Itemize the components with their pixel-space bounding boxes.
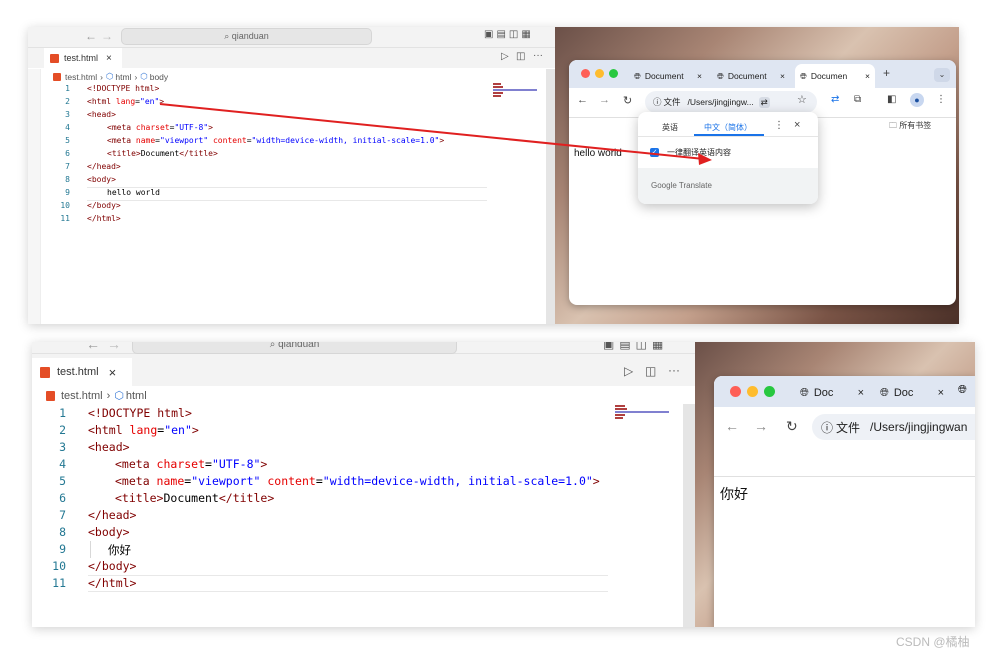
close-icon[interactable]: × xyxy=(938,387,944,399)
browser-tab-title: Doc xyxy=(813,387,834,399)
address-bar[interactable]: ⓘ 文件 /Users/jingjingwan xyxy=(812,414,975,440)
back-arrow-icon[interactable]: ← xyxy=(725,418,739,434)
code-line-1: <!DOCTYPE html> xyxy=(88,406,192,420)
code-line-5: <meta name="viewport" content="width=dev… xyxy=(115,474,600,488)
indent-guide xyxy=(90,541,91,558)
globe-icon: 🌐︎ xyxy=(880,386,889,399)
address-prefix: 文件 xyxy=(836,420,861,435)
code-line-9: 你好 xyxy=(108,543,131,557)
page-content-text: 你好 xyxy=(720,486,748,502)
code-line-2: <html lang="en"> xyxy=(88,423,199,437)
code-line-4: <meta charset="UTF-8"> xyxy=(115,457,268,471)
minimap[interactable] xyxy=(615,405,677,425)
arrow-line xyxy=(159,103,705,160)
bottom-editor: ← → ⌕ qianduan ▣▤◫▦ test.html × ▷ ◫ ··· … xyxy=(32,342,695,627)
browser-toolbar: ← → ↻ ⓘ 文件 /Users/jingjingwan xyxy=(714,407,975,447)
forward-arrow-icon[interactable]: → xyxy=(754,418,768,434)
code-line-11: </html> xyxy=(88,576,137,590)
info-icon: ⓘ xyxy=(821,420,834,435)
code-line-8: <body> xyxy=(88,525,130,539)
bottom-browser-window: 🌐︎ Doc × 🌐︎ Doc × 🌐︎ ← → ↻ ⓘ 文件 /Users/j… xyxy=(714,376,975,627)
maximize-window-button[interactable] xyxy=(764,386,775,397)
vertical-scrollbar[interactable] xyxy=(683,404,695,627)
browser-tab-title: Doc xyxy=(893,387,914,399)
toolbar-divider xyxy=(714,476,975,477)
minimize-window-button[interactable] xyxy=(747,386,758,397)
address-text: /Users/jingjingwan xyxy=(870,420,968,434)
globe-icon: 🌐︎ xyxy=(958,384,967,396)
bottom-screenshot: ← → ⌕ qianduan ▣▤◫▦ test.html × ▷ ◫ ··· … xyxy=(32,342,975,627)
browser-tab-1[interactable]: 🌐︎ Doc × xyxy=(796,380,868,406)
top-screenshot: ← → ⌕ qianduan ▣▤◫▦ test.html × ▷ ◫ ··· … xyxy=(28,27,959,324)
code-line-6: <title>Document</title> xyxy=(115,491,275,505)
code-area[interactable]: <!DOCTYPE html> <html lang="en"> <head> … xyxy=(32,342,695,627)
close-icon[interactable]: × xyxy=(858,387,864,399)
browser-tabstrip: 🌐︎ Doc × 🌐︎ Doc × 🌐︎ xyxy=(714,376,975,407)
annotation-arrow xyxy=(159,103,712,165)
browser-tab-2[interactable]: 🌐︎ Doc × xyxy=(876,380,948,406)
current-line-highlight xyxy=(88,575,608,592)
code-line-7: </head> xyxy=(88,508,137,522)
globe-icon: 🌐︎ xyxy=(800,386,809,399)
reload-icon[interactable]: ↻ xyxy=(786,418,798,435)
arrowhead xyxy=(698,153,712,165)
code-line-10: </body> xyxy=(88,559,137,573)
watermark: CSDN @橘柚 xyxy=(896,635,970,649)
close-window-button[interactable] xyxy=(730,386,741,397)
code-line-3: <head> xyxy=(88,440,130,454)
